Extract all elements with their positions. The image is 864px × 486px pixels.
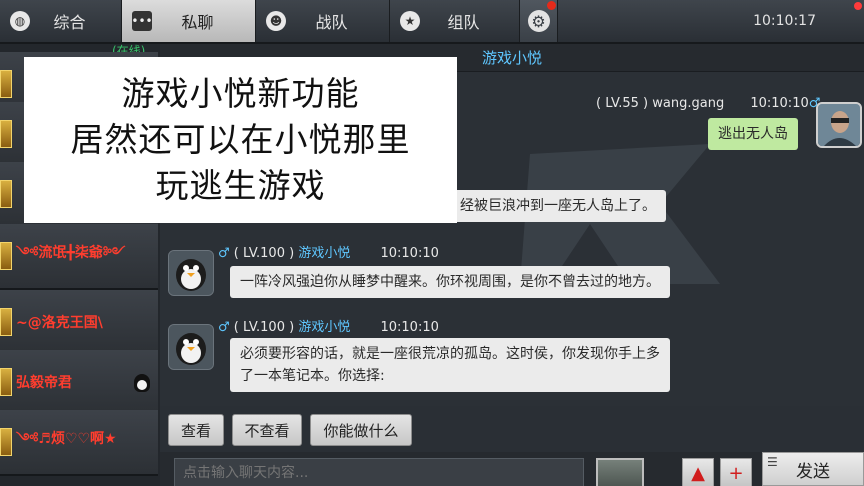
my-message-meta: ( LV.55 ) wang.gang 10:10:10♂ — [596, 96, 820, 111]
bot-message-meta: ♂ ( LV.100 ) 游戏小悦 10:10:10 — [218, 242, 439, 261]
globe-icon: ◍ — [10, 11, 30, 31]
expand-up-button[interactable]: ▲ — [682, 458, 714, 486]
friend-avatar — [0, 70, 12, 98]
arrow-up-icon: ▲ — [691, 462, 705, 484]
friend-avatar — [0, 368, 12, 396]
my-avatar[interactable] — [816, 102, 862, 148]
friend-avatar — [0, 242, 12, 270]
my-message-time: 10:10:10 — [750, 96, 809, 111]
my-message-bubble: 逃出无人岛 — [708, 118, 798, 150]
friend-avatar — [0, 120, 12, 148]
friend-name: ~@洛克王国\ — [16, 315, 103, 331]
friend-item[interactable]: ༺流氓╋柒爺༻ — [0, 224, 158, 290]
bot-message-meta: ♂ ( LV.100 ) 游戏小悦 10:10:10 — [218, 316, 439, 335]
penguin-avatar-icon — [169, 251, 213, 295]
send-label: 发送 — [796, 461, 830, 482]
bot-avatar[interactable] — [168, 324, 214, 370]
friend-item[interactable]: ~@洛克王国\ — [0, 290, 158, 356]
quick-reply-view-button[interactable]: 查看 — [168, 414, 224, 446]
bot-level: ( LV.100 ) — [233, 246, 295, 261]
gear-icon: ⚙ — [527, 10, 550, 32]
plus-icon: + — [728, 462, 744, 484]
chat-bubble-icon: ••• — [131, 11, 153, 31]
tab-private-chat-label: 私聊 — [181, 13, 214, 32]
team-icon: ☻ — [266, 11, 286, 31]
bot-message-line: 了一本笔记本。你选择: — [240, 368, 385, 384]
send-button[interactable]: ☰ 发送 — [762, 452, 864, 486]
chat-input[interactable] — [174, 458, 584, 486]
top-tab-bar: ◍ 综合 ••• 私聊 ☻ 战队 ★ 组队 ⚙ 10:10:17 — [0, 0, 864, 44]
bot-message-bubble: 经被巨浪冲到一座无人岛上了。 — [450, 190, 666, 222]
emoji-thumbnail-button[interactable] — [596, 458, 644, 486]
tab-private-chat[interactable]: ••• 私聊 — [122, 0, 256, 42]
bot-level: ( LV.100 ) — [233, 320, 295, 335]
bot-message-bubble: 必须要形容的话，就是一座很荒凉的孤岛。这时侯，你发现你手上多 了一本笔记本。你选… — [230, 338, 670, 392]
bot-name: 游戏小悦 — [298, 246, 351, 261]
bot-message-time: 10:10:10 — [380, 246, 439, 261]
tab-team-label: 战队 — [315, 13, 348, 32]
male-icon: ♂ — [218, 246, 230, 261]
friend-name: 弘毅帝君 — [16, 375, 72, 391]
person-avatar-icon — [818, 104, 860, 146]
friend-avatar — [0, 180, 12, 208]
penguin-avatar-icon — [169, 325, 213, 369]
friend-avatar — [0, 428, 12, 456]
bot-avatar[interactable] — [168, 250, 214, 296]
caption-overlay: 游戏小悦新功能 居然还可以在小悦那里 玩逃生游戏 — [24, 57, 457, 223]
bot-name: 游戏小悦 — [298, 320, 351, 335]
caption-line: 玩逃生游戏 — [155, 166, 326, 205]
bot-message-line: 必须要形容的话，就是一座很荒凉的孤岛。这时侯，你发现你手上多 — [240, 346, 660, 362]
friend-name: ༺流氓╋柒爺༻ — [16, 245, 126, 261]
caption-line: 游戏小悦新功能 — [121, 74, 360, 113]
bot-message-time: 10:10:10 — [380, 320, 439, 335]
friend-item[interactable]: ༺♬烦♡♡啊★ — [0, 410, 158, 476]
male-icon: ♂ — [218, 320, 230, 335]
clock-bar: 10:10:17 — [558, 0, 864, 42]
friend-item[interactable]: 弘毅帝君 — [0, 350, 158, 416]
tab-general[interactable]: ◍ 综合 — [0, 0, 122, 42]
tab-party-label: 组队 — [447, 13, 480, 32]
add-attachment-button[interactable]: + — [720, 458, 752, 486]
tab-general-label: 综合 — [53, 13, 86, 32]
my-name: wang.gang — [652, 96, 725, 111]
chat-input-row: ▲ + ☰ 发送 — [160, 452, 864, 486]
settings-button[interactable]: ⚙ — [520, 0, 558, 42]
qq-penguin-icon — [134, 374, 150, 392]
quick-reply-help-button[interactable]: 你能做什么 — [310, 414, 412, 446]
clock-time: 10:10:17 — [753, 13, 816, 29]
star-badge-icon: ★ — [400, 11, 420, 31]
quick-reply-skip-button[interactable]: 不查看 — [232, 414, 302, 446]
tab-party[interactable]: ★ 组队 — [390, 0, 520, 42]
notification-dot — [547, 1, 556, 10]
friend-name: ༺♬烦♡♡啊★ — [16, 431, 117, 447]
tab-team[interactable]: ☻ 战队 — [256, 0, 390, 42]
app-root: ◍ 综合 ••• 私聊 ☻ 战队 ★ 组队 ⚙ 10:10:17 (在线) ༺流… — [0, 0, 864, 486]
bot-message-bubble: 一阵冷风强迫你从睡梦中醒来。你环视周围，是你不曾去过的地方。 — [230, 266, 670, 298]
friend-avatar — [0, 308, 12, 336]
my-level: ( LV.55 ) — [596, 96, 649, 111]
alert-dot — [854, 2, 862, 10]
menu-lines-icon: ☰ — [767, 455, 778, 469]
caption-line: 居然还可以在小悦那里 — [70, 120, 411, 159]
